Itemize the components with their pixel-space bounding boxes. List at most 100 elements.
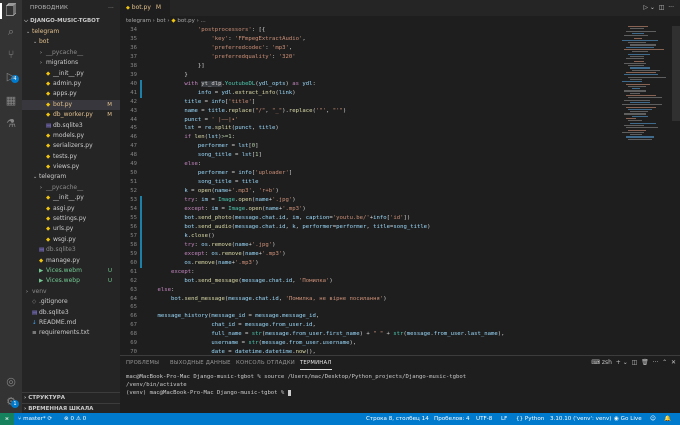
- editor-scrollbar[interactable]: [672, 26, 680, 121]
- tab-debug-console[interactable]: КОНСОЛЬ ОТЛАДКИ: [236, 356, 295, 370]
- file-item[interactable]: ▶ Vices.webp U: [22, 276, 120, 286]
- py-file-icon: ◆: [46, 153, 51, 160]
- timeline-section[interactable]: › ВРЕМЕННАЯ ШКАЛА: [22, 403, 120, 413]
- run-debug-icon[interactable]: ▷: [4, 70, 18, 84]
- file-item[interactable]: ◆ apps.py: [22, 89, 120, 99]
- breadcrumb-item[interactable]: telegram: [126, 18, 151, 24]
- chevron-down-icon[interactable]: ⌄: [650, 4, 655, 11]
- py-file-icon: ◆: [46, 70, 51, 77]
- terminal-prompt-line: (venv) mac@MacBook-Pro-Mac Django-music-…: [126, 389, 466, 397]
- search-icon[interactable]: ⌕: [4, 25, 18, 39]
- file-item[interactable]: ▤ db.sqlite3: [22, 121, 120, 131]
- minimap-line: [630, 101, 650, 104]
- folder-item[interactable]: › __pycache__: [22, 48, 120, 58]
- branch-indicator[interactable]: ⑂ master* ⟳: [18, 413, 52, 425]
- tab-terminal[interactable]: ТЕРМИНАЛ: [300, 356, 332, 370]
- error-icon: ⊗: [64, 416, 69, 422]
- file-item[interactable]: ▤ db.sqlite3: [22, 245, 120, 255]
- language-mode[interactable]: {} Python: [516, 413, 544, 425]
- trash-icon[interactable]: 🗑: [641, 359, 649, 366]
- split-editor-icon[interactable]: ◫: [659, 4, 665, 11]
- tab-bot-py[interactable]: ◆ bot.py M: [120, 0, 170, 16]
- db-file-icon: ▤: [39, 247, 45, 254]
- panel-tabs: ПРОБЛЕМЫ ВЫХОДНЫЕ ДАННЫЕ КОНСОЛЬ ОТЛАДКИ…: [120, 356, 680, 370]
- breadcrumb-item[interactable]: ...: [201, 18, 206, 24]
- source-control-icon[interactable]: ⑂: [4, 48, 18, 62]
- run-icon[interactable]: ▷: [643, 4, 648, 11]
- tab-problems[interactable]: ПРОБЛЕМЫ: [126, 356, 159, 370]
- file-item[interactable]: ↓ README.md: [22, 318, 120, 328]
- minimap-line: [634, 60, 644, 62]
- maximize-panel-icon[interactable]: ⌃: [662, 359, 667, 366]
- file-item[interactable]: ◆ admin.py: [22, 79, 120, 89]
- outline-section[interactable]: › СТРУКТУРА: [22, 392, 120, 403]
- folder-item[interactable]: › migrations: [22, 58, 120, 68]
- folder-item[interactable]: ⌄ telegram: [22, 27, 120, 37]
- cursor-position[interactable]: Строка 8, столбец 14: [366, 413, 429, 425]
- encoding[interactable]: UTF-8: [476, 413, 492, 425]
- explorer-icon[interactable]: 🗍: [4, 4, 18, 18]
- file-item[interactable]: ◆ wsgi.py: [22, 235, 120, 245]
- chevron-down-icon[interactable]: ⌄: [623, 359, 628, 366]
- breadcrumb-item[interactable]: bot.py: [177, 18, 195, 24]
- python-file-icon: ◆: [126, 5, 130, 11]
- minimap-line: [632, 69, 660, 71]
- folder-item[interactable]: › venv: [22, 287, 120, 297]
- notifications-bell-icon[interactable]: 🔔: [664, 413, 671, 425]
- minimap-line: [626, 106, 656, 108]
- file-item[interactable]: ◆ bot.py M: [22, 99, 120, 111]
- file-item[interactable]: ◆ settings.py: [22, 214, 120, 224]
- sync-icon[interactable]: ⟳: [47, 416, 52, 422]
- py-file-icon: ◆: [39, 257, 44, 264]
- file-item[interactable]: ◆ __init__.py: [22, 193, 120, 203]
- tree-item-label: tests.py: [53, 152, 77, 160]
- file-item[interactable]: ≡ requirements.txt: [22, 328, 120, 338]
- minimap-line: [628, 85, 646, 87]
- activity-bar: 🗍 ⌕ ⑂ 4 ▷ ▦ ⚗ ◎ ⚙ 1: [0, 0, 22, 413]
- split-terminal-icon[interactable]: ◫: [632, 359, 638, 366]
- minimap-line: [630, 28, 644, 30]
- indentation[interactable]: Пробелов: 4: [434, 413, 470, 425]
- tree-item-label: telegram: [39, 173, 67, 181]
- file-item[interactable]: ◆ manage.py: [22, 256, 120, 266]
- folder-item[interactable]: ⌄ telegram: [22, 172, 120, 182]
- more-actions-icon[interactable]: ···: [108, 0, 114, 16]
- py-file-icon: ◆: [46, 80, 51, 87]
- testing-icon[interactable]: ⚗: [4, 117, 18, 131]
- eol[interactable]: LF: [501, 413, 507, 425]
- breadcrumb-item[interactable]: bot: [157, 18, 166, 24]
- file-item[interactable]: ◆ tests.py: [22, 152, 120, 162]
- minimap-line: [632, 32, 644, 35]
- go-live-button[interactable]: ◉ Go Live: [614, 413, 642, 425]
- minimap-line: [622, 131, 644, 133]
- account-status-icon[interactable]: ☺: [650, 413, 656, 425]
- folder-item[interactable]: ⌄ bot: [22, 37, 120, 47]
- add-terminal-icon[interactable]: +: [616, 359, 621, 366]
- file-item[interactable]: ▶ Vices.webm U: [22, 266, 120, 276]
- remote-icon[interactable]: ⪤: [0, 413, 14, 425]
- file-item[interactable]: ◆ asgi.py: [22, 204, 120, 214]
- account-icon[interactable]: ◎: [4, 375, 18, 389]
- more-actions-icon[interactable]: ···: [653, 359, 659, 366]
- file-item[interactable]: ◇ .gitignore: [22, 297, 120, 307]
- file-item[interactable]: ◆ views.py: [22, 162, 120, 172]
- file-item[interactable]: ▤ db.sqlite3: [22, 308, 120, 318]
- file-item[interactable]: ◆ serializers.py: [22, 141, 120, 151]
- extensions-icon[interactable]: ▦: [4, 94, 18, 108]
- python-interpreter[interactable]: 3.10.10 ('venv': venv): [550, 413, 611, 425]
- workspace-root[interactable]: ⌵ DJANGO-MUSIC-TGBOT: [22, 16, 120, 27]
- more-actions-icon[interactable]: ···: [668, 4, 674, 11]
- file-item[interactable]: ◆ __init__.py: [22, 69, 120, 79]
- minimap[interactable]: [620, 26, 672, 146]
- file-item[interactable]: ◆ urls.py: [22, 224, 120, 234]
- folder-item[interactable]: › __pycache__: [22, 183, 120, 193]
- file-item[interactable]: ◆ models.py: [22, 131, 120, 141]
- code-editor[interactable]: 34 'postprocessors': [{35 'key': 'FFmpeg…: [120, 26, 680, 364]
- terminal-output[interactable]: mac@MacBook-Pro-Mac Django-music-tgbot %…: [126, 373, 466, 398]
- py-file-icon: ◆: [46, 143, 51, 150]
- tab-output[interactable]: ВЫХОДНЫЕ ДАННЫЕ: [170, 356, 231, 370]
- problems-indicator[interactable]: ⊗ 0 ⚠ 0: [64, 413, 86, 425]
- minimap-line: [630, 67, 650, 69]
- file-item[interactable]: ◆ db_worker.py M: [22, 110, 120, 120]
- close-icon[interactable]: ✕: [671, 359, 676, 366]
